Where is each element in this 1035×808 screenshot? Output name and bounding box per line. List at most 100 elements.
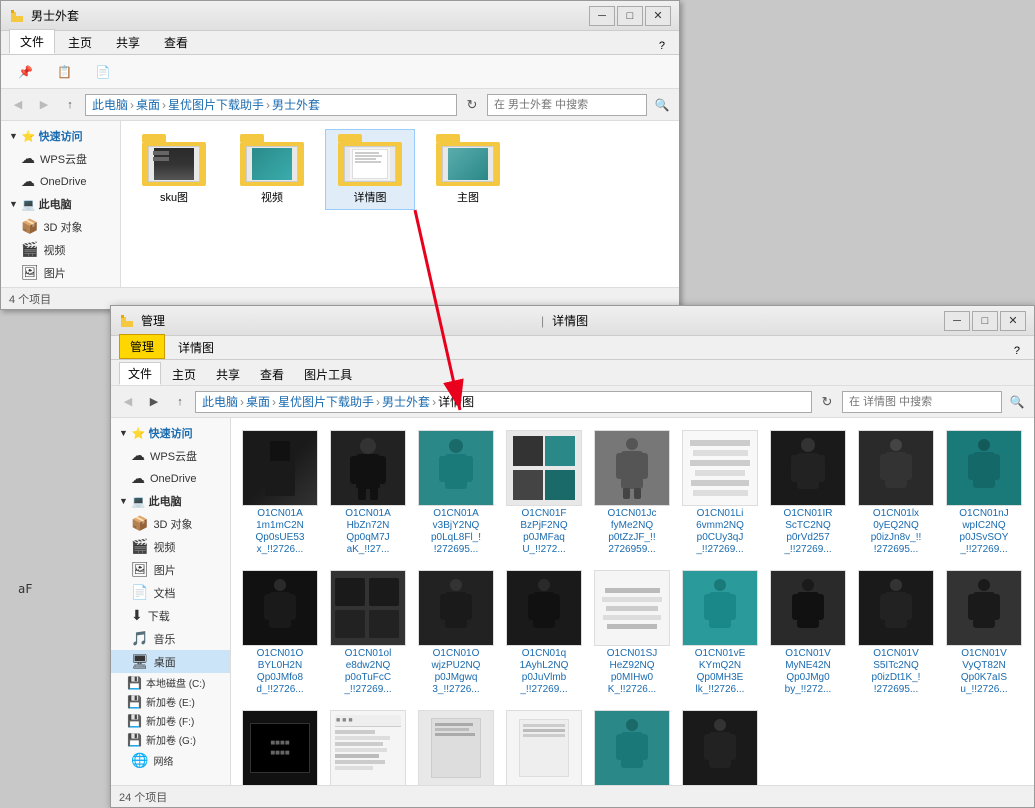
folder-sku-preview <box>148 146 200 182</box>
window1-tab-file[interactable]: 文件 <box>9 29 55 54</box>
window1-crumb-pc[interactable]: 此电脑 <box>92 96 128 113</box>
window2-sidebar-network[interactable]: 🌐 网络 <box>111 749 230 772</box>
window2-sidebar-wps[interactable]: ☁ WPS云盘 <box>111 444 230 467</box>
file-item-15[interactable]: O1CN01vEKYmQ2NQp0MH3Elk_!!2726... <box>679 566 761 700</box>
file-item-7[interactable]: O1CN01IRScTC2NQp0rVd257_!!27269... <box>767 426 849 560</box>
window2-titlebar: 管理 | 详情图 ─ □ ✕ <box>111 306 1034 336</box>
window2-forward-btn[interactable]: ▶ <box>143 391 165 413</box>
window1-close-btn[interactable]: ✕ <box>645 6 671 26</box>
window2-close-btn[interactable]: ✕ <box>1000 311 1026 331</box>
window1-back-btn[interactable]: ◀ <box>7 94 29 116</box>
folder-main[interactable]: 主图 <box>423 129 513 210</box>
window2-sidebar-disk-e[interactable]: 💾 新加卷 (E:) <box>111 692 230 711</box>
window2-sidebar-quickaccess[interactable]: ▼ ⭐ 快速访问 <box>111 422 230 444</box>
window2-sidebar-disk-f[interactable]: 💾 新加卷 (F:) <box>111 711 230 730</box>
window1-search-input[interactable] <box>487 94 647 116</box>
file-item-24[interactable]: O1CN017VOS3v2NQp0GyDkiO_!!2726... <box>679 706 761 785</box>
folder-sku[interactable]: sku图 <box>129 129 219 210</box>
window2-crumb-desktop[interactable]: 桌面 <box>246 393 270 410</box>
file-item-2[interactable]: O1CN01AHbZn72NQp0qM7JaK_!!27... <box>327 426 409 560</box>
window1-pin-btn[interactable]: 📌 <box>9 61 42 83</box>
window2-filetab-file[interactable]: 文件 <box>119 362 161 385</box>
file-item-3[interactable]: O1CN01Av3BjY2NQp0LqL8Fl_!!272695... <box>415 426 497 560</box>
doc20-r6 <box>335 760 385 764</box>
window2-sidebar-disk-c[interactable]: 💾 本地磁盘 (C:) <box>111 673 230 692</box>
window1-forward-btn[interactable]: ▶ <box>33 94 55 116</box>
file-item-23[interactable]: O1CN014vC36B2NQp0MH6FtO_!!2726... <box>591 706 673 785</box>
folder-video[interactable]: 视频 <box>227 129 317 210</box>
file-item-21[interactable]: O1CN012MvHAg2NQp0M4ts8_!!2726... <box>415 706 497 785</box>
window1-copy-btn[interactable]: 📋 <box>48 61 81 83</box>
file-item-10[interactable]: O1CN01OBYL0H2NQp0JMfo8d_!!2726... <box>239 566 321 700</box>
window1-minimize-btn[interactable]: ─ <box>589 6 615 26</box>
window2-filetab-home[interactable]: 主页 <box>163 363 205 385</box>
file-item-14[interactable]: O1CN01SJHeZ92NQp0MIHw0K_!!2726... <box>591 566 673 700</box>
window2-back-btn[interactable]: ◀ <box>117 391 139 413</box>
window2-sidebar-picture[interactable]: 🖼 图片 <box>111 558 230 581</box>
window2-sidebar-disk-g[interactable]: 💾 新加卷 (G:) <box>111 730 230 749</box>
window2-maximize-btn[interactable]: □ <box>972 311 998 331</box>
window2-filetab-share[interactable]: 共享 <box>207 363 249 385</box>
window2-sidebar-thispc[interactable]: ▼ 💻 此电脑 <box>111 490 230 512</box>
file-item-12[interactable]: O1CN01OwjzPU2NQp0JMgwq3_!!2726... <box>415 566 497 700</box>
window2-sidebar-onedrive[interactable]: ☁ OneDrive <box>111 467 230 490</box>
window2-sidebar-download[interactable]: ⬇ 下载 <box>111 604 230 627</box>
file-item-19[interactable]: ■■■■■■■■ O1CN01zDqAP52NQp0M4EQcs_!!2726.… <box>239 706 321 785</box>
window2-address-input[interactable]: 此电脑 › 桌面 › 星优图片下载助手 › 男士外套 › 详情图 <box>195 391 812 413</box>
window1-refresh-btn[interactable]: ↻ <box>461 94 483 116</box>
window1-crumb-desktop[interactable]: 桌面 <box>136 96 160 113</box>
window1-sidebar-3d[interactable]: 📦 3D 对象 <box>1 215 120 238</box>
window2-sidebar-video[interactable]: 🎬 视频 <box>111 535 230 558</box>
window1-sidebar-quickaccess[interactable]: ▼ ⭐ 快速访问 <box>1 125 120 147</box>
file-item-8[interactable]: O1CN01lx0yEQ2NQp0izJn8v_!!!272695... <box>855 426 937 560</box>
file-item-17[interactable]: O1CN01VS5ITc2NQp0izDt1K_!!272695... <box>855 566 937 700</box>
window2-filetab-imgtools[interactable]: 图片工具 <box>295 363 361 385</box>
window1-maximize-btn[interactable]: □ <box>617 6 643 26</box>
picture-icon: 🖼 <box>21 264 39 281</box>
w2-diskf-icon: 💾 <box>127 714 142 728</box>
window2-search-input[interactable] <box>842 391 1002 413</box>
window1-crumb-folder[interactable]: 男士外套 <box>272 96 320 113</box>
window2-up-btn[interactable]: ↑ <box>169 391 191 413</box>
window2-minimize-btn[interactable]: ─ <box>944 311 970 331</box>
file-item-20[interactable]: ■ ■ ■ O1CN011GDmVH1PCjsNLVMtP_!!60000... <box>327 706 409 785</box>
file-item-9[interactable]: O1CN01nJwpIC2NQp0JSvSOY_!!27269... <box>943 426 1025 560</box>
window2-refresh-btn[interactable]: ↻ <box>816 391 838 413</box>
window1-up-btn[interactable]: ↑ <box>59 94 81 116</box>
window1-address-input[interactable]: 此电脑 › 桌面 › 星优图片下载助手 › 男士外套 <box>85 94 457 116</box>
window1-sidebar-picture[interactable]: 🖼 图片 <box>1 261 120 284</box>
file-item-4[interactable]: O1CN01FBzPjF2NQp0JMFaqU_!!272... <box>503 426 585 560</box>
window2-sidebar-desktop[interactable]: 🖥 桌面 <box>111 650 230 673</box>
file-item-6[interactable]: O1CN01Li6vmm2NQp0CUy3qJ_!!27269... <box>679 426 761 560</box>
file-item-22[interactable]: O1CN013BQOEQ2NQp0KpEQOs_!!272... <box>503 706 585 785</box>
window2-sidebar-music[interactable]: 🎵 音乐 <box>111 627 230 650</box>
file-item-16[interactable]: O1CN01VMyNE42NQp0JMg0by_!!272... <box>767 566 849 700</box>
file-item-5[interactable]: O1CN01JcfyMe2NQp0tZzJF_!!2726959... <box>591 426 673 560</box>
window1-sidebar-wps[interactable]: ☁ WPS云盘 <box>1 147 120 170</box>
window2-crumb-app[interactable]: 星优图片下载助手 <box>278 393 374 410</box>
window1-help-btn[interactable]: ? <box>653 38 671 54</box>
window1-crumb-app[interactable]: 星优图片下载助手 <box>168 96 264 113</box>
file-item-13[interactable]: O1CN01q1AyhL2NQp0JuVlmb_!!27269... <box>503 566 585 700</box>
window1-tab-view[interactable]: 查看 <box>153 30 199 54</box>
window2-tab-detail[interactable]: 详情图 <box>167 335 225 359</box>
file-item-18[interactable]: O1CN01VVyQT82NQp0K7aISu_!!2726... <box>943 566 1025 700</box>
window2-sidebar-docs[interactable]: 📄 文档 <box>111 581 230 604</box>
window1-search-btn[interactable]: 🔍 <box>651 94 673 116</box>
window2-tab-manage[interactable]: 管理 <box>119 334 165 359</box>
window2-sidebar-3d[interactable]: 📦 3D 对象 <box>111 512 230 535</box>
window2-crumb-outer[interactable]: 男士外套 <box>382 393 430 410</box>
window1-sidebar-video[interactable]: 🎬 视频 <box>1 238 120 261</box>
window2-crumb-pc[interactable]: 此电脑 <box>202 393 238 410</box>
window1-tab-share[interactable]: 共享 <box>105 30 151 54</box>
file-item-11[interactable]: O1CN01ole8dw2NQp0oTuFcC_!!27269... <box>327 566 409 700</box>
window1-sidebar-thispc[interactable]: ▼ 💻 此电脑 <box>1 193 120 215</box>
window2-filetab-view[interactable]: 查看 <box>251 363 293 385</box>
folder-detail[interactable]: 详情图 <box>325 129 415 210</box>
window2-help-btn[interactable]: ? <box>1008 343 1026 359</box>
file-item-1[interactable]: O1CN01A1m1mC2NQp0sUE53x_!!2726... <box>239 426 321 560</box>
window1-tab-home[interactable]: 主页 <box>57 30 103 54</box>
window1-paste-btn[interactable]: 📄 <box>87 61 120 83</box>
window1-sidebar-onedrive[interactable]: ☁ OneDrive <box>1 170 120 193</box>
window2-search-btn[interactable]: 🔍 <box>1006 391 1028 413</box>
